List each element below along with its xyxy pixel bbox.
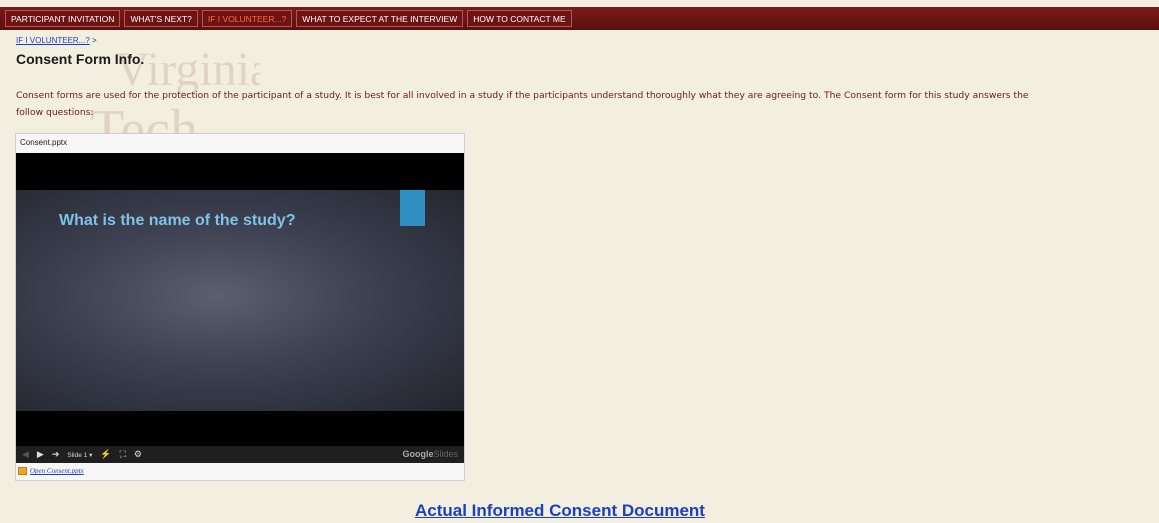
intro-paragraph: Consent forms are used for the protectio…	[16, 87, 1159, 121]
tab-participant-invitation[interactable]: PARTICIPANT INVITATION	[5, 10, 121, 27]
viewer-controls: ◀ ▶ ➔ Slide 1 ▾ ⚡ ⛶ ⚙ GoogleSlides	[16, 446, 464, 463]
slide-question: What is the name of the study?	[59, 212, 296, 229]
slide-canvas[interactable]: What is the name of the study?	[16, 190, 464, 411]
slides-viewer[interactable]: What is the name of the study? ◀ ▶ ➔ Sli…	[16, 153, 464, 463]
tab-whats-next[interactable]: WHAT'S NEXT?	[124, 10, 198, 27]
intro-line-1: Consent forms are used for the protectio…	[16, 90, 1029, 101]
page-title: Consent Form Info.	[16, 51, 145, 67]
lightning-icon[interactable]: ⚡	[100, 449, 111, 460]
open-consent-link[interactable]: Open Consent.pptx	[30, 467, 84, 475]
open-file-row: Open Consent.pptx	[18, 467, 84, 475]
tab-if-i-volunteer[interactable]: IF I VOLUNTEER...?	[201, 10, 293, 27]
tab-what-to-expect[interactable]: WHAT TO EXPECT AT THE INTERVIEW	[296, 10, 464, 27]
google-slides-logo: GoogleSlides	[402, 449, 458, 459]
breadcrumb: IF I VOLUNTEER...? >	[16, 36, 97, 45]
slide-select-dropdown[interactable]: Slide 1 ▾	[67, 451, 92, 459]
slide-accent-bar	[400, 190, 425, 226]
tab-how-to-contact[interactable]: HOW TO CONTACT ME	[467, 10, 572, 27]
fullscreen-icon[interactable]: ⛶	[120, 449, 126, 460]
logo-primary: Google	[402, 449, 434, 459]
embed-filename: Consent.pptx	[20, 138, 68, 147]
gear-icon[interactable]: ⚙	[134, 449, 142, 460]
breadcrumb-link-if-i-volunteer[interactable]: IF I VOLUNTEER...?	[16, 36, 90, 45]
breadcrumb-separator: >	[92, 36, 97, 45]
intro-line-2: follow questions:	[16, 107, 94, 118]
consent-document-link[interactable]: Actual Informed Consent Document	[415, 501, 705, 521]
slides-embed: Consent.pptx What is the name of the stu…	[15, 133, 465, 481]
play-icon[interactable]: ▶	[37, 449, 44, 460]
logo-secondary: Slides	[433, 449, 458, 459]
next-slide-icon[interactable]: ➔	[52, 449, 60, 460]
presentation-file-icon	[18, 467, 27, 475]
top-navigation-bar: PARTICIPANT INVITATION WHAT'S NEXT? IF I…	[0, 7, 1159, 30]
prev-slide-icon[interactable]: ◀	[22, 449, 29, 460]
